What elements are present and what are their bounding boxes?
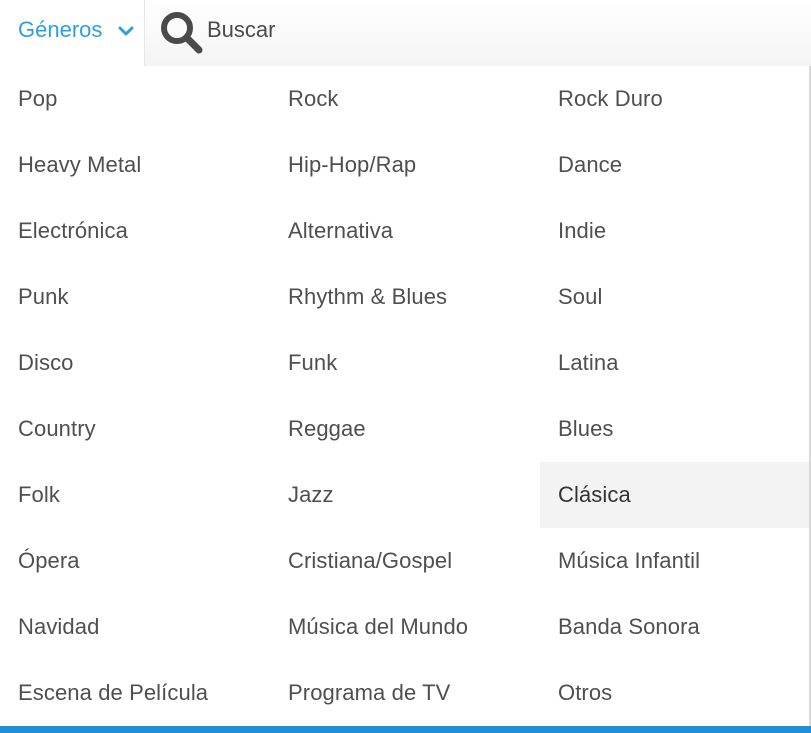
genre-menu-item[interactable]: Electrónica (0, 198, 270, 264)
genres-label: Géneros (18, 17, 103, 42)
genre-menu-item[interactable]: Hip-Hop/Rap (270, 132, 540, 198)
genre-menu-item[interactable]: Música Infantil (540, 528, 809, 594)
genre-menu-item[interactable]: Disco (0, 330, 270, 396)
genre-menu-item[interactable]: Clásica (540, 462, 809, 528)
bottom-accent-bar (0, 726, 811, 733)
genre-menu-item[interactable]: Pop (0, 66, 270, 132)
search-input[interactable] (207, 14, 767, 46)
top-bar: Géneros (0, 0, 811, 66)
genre-menu-item[interactable]: Escena de Película (0, 660, 270, 726)
search-bar (144, 0, 811, 66)
genres-menu: Pop Rock Rock Duro Heavy Metal Hip-Hop/Rap Da… (0, 66, 811, 726)
genres-grid: Pop Rock Rock Duro Heavy Metal Hip-Hop/Rap Da… (0, 66, 809, 726)
genre-menu-item[interactable]: Indie (540, 198, 809, 264)
genre-menu-item[interactable]: Alternativa (270, 198, 540, 264)
genre-menu-item[interactable]: Blues (540, 396, 809, 462)
genre-menu-item[interactable]: Programa de TV (270, 660, 540, 726)
genre-menu-item[interactable]: Banda Sonora (540, 594, 809, 660)
genre-menu-item[interactable]: Soul (540, 264, 809, 330)
genre-menu-item[interactable]: Cristiana/Gospel (270, 528, 540, 594)
genre-menu-item[interactable]: Otros (540, 660, 809, 726)
genre-menu-item[interactable]: Funk (270, 330, 540, 396)
search-icon[interactable] (157, 8, 205, 56)
genre-menu-item[interactable]: Punk (0, 264, 270, 330)
genre-menu-item[interactable]: Country (0, 396, 270, 462)
genre-menu-item[interactable]: Latina (540, 330, 809, 396)
genre-menu-item[interactable]: Ópera (0, 528, 270, 594)
chevron-down-icon (118, 26, 134, 36)
genre-menu-item[interactable]: Dance (540, 132, 809, 198)
genres-dropdown-window: Géneros PopRockRock Duro Heavy MetalHip-H… (0, 0, 811, 733)
genres-toggle-button[interactable]: Géneros (0, 0, 144, 66)
genre-menu-item[interactable]: Heavy Metal (0, 132, 270, 198)
genre-menu-item[interactable]: Reggae (270, 396, 540, 462)
genre-menu-item[interactable]: Navidad (0, 594, 270, 660)
genre-menu-item[interactable]: Folk (0, 462, 270, 528)
genre-menu-item[interactable]: Rhythm & Blues (270, 264, 540, 330)
genre-menu-item[interactable]: Jazz (270, 462, 540, 528)
genre-menu-item[interactable]: Rock (270, 66, 540, 132)
genre-menu-item[interactable]: Música del Mundo (270, 594, 540, 660)
genre-menu-item[interactable]: Rock Duro (540, 66, 809, 132)
